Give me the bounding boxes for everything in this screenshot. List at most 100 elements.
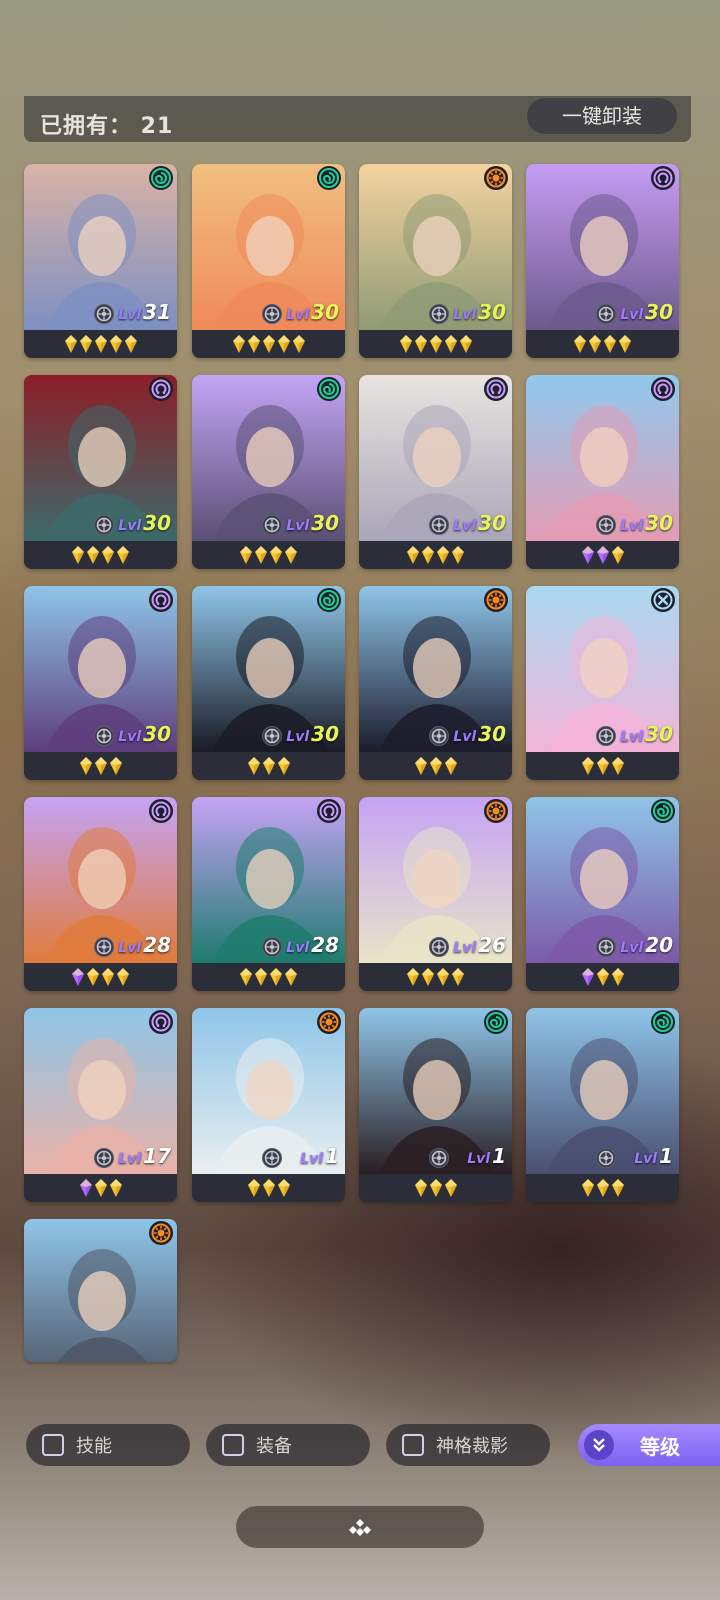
gold-gem-icon (611, 968, 624, 986)
level-value: 28 (143, 933, 171, 957)
level-prefix: Lvl (286, 940, 310, 956)
level-value: 1 (659, 1144, 673, 1168)
divinity-checkbox[interactable] (402, 1434, 424, 1456)
gold-gem-icon (422, 968, 434, 986)
purple-gem-icon (596, 546, 609, 564)
expand-handle[interactable] (236, 1506, 484, 1548)
gold-gem-icon (596, 757, 609, 775)
equipment-checkbox[interactable] (222, 1434, 244, 1456)
omega-icon (149, 588, 173, 612)
character-card[interactable]: Lvl 17 (24, 1008, 177, 1202)
equipment-slot-icon (429, 304, 449, 324)
equipment-slot-icon (596, 515, 616, 535)
character-card[interactable]: Lvl 30 (192, 164, 345, 358)
gold-gem-icon (414, 1179, 427, 1197)
gold-gem-icon (414, 335, 427, 353)
star-rank-strip (24, 541, 177, 569)
level-prefix: Lvl (286, 307, 310, 323)
character-card[interactable]: Lvl 31 (24, 164, 177, 358)
header-bar: 已拥有： 21 一键卸装 (24, 96, 691, 142)
level-value: 1 (492, 1144, 506, 1168)
filter-skills[interactable]: 技能 (26, 1424, 190, 1466)
gold-gem-icon (581, 1179, 594, 1197)
gold-gem-icon (255, 546, 267, 564)
gold-gem-icon (429, 757, 442, 775)
gold-gem-icon (285, 968, 297, 986)
character-card[interactable]: Lvl 26 (359, 797, 512, 991)
character-card[interactable]: Lvl 30 (24, 375, 177, 569)
level-prefix: Lvl (300, 1151, 324, 1167)
gold-gem-icon (240, 546, 252, 564)
gold-gem-icon (232, 335, 245, 353)
gold-gem-icon (262, 757, 275, 775)
gold-gem-icon (270, 546, 282, 564)
character-card[interactable] (24, 1219, 177, 1362)
character-card[interactable]: Lvl 30 (359, 586, 512, 780)
star-rank-strip (359, 330, 512, 358)
gold-gem-icon (452, 546, 464, 564)
filter-divinity[interactable]: 神格裁影 (386, 1424, 550, 1466)
gold-gem-icon (596, 1179, 609, 1197)
level-prefix: Lvl (118, 518, 142, 534)
character-card[interactable]: Lvl 30 (359, 164, 512, 358)
level-badge: Lvl 28 (286, 933, 339, 957)
level-value: 30 (478, 722, 506, 746)
cross-icon (651, 588, 675, 612)
gold-gem-icon (94, 757, 107, 775)
character-card[interactable]: Lvl 30 (192, 586, 345, 780)
star-rank-strip (526, 541, 679, 569)
level-value: 20 (645, 933, 673, 957)
character-card[interactable]: Lvl 30 (526, 164, 679, 358)
character-card[interactable]: Lvl 1 (359, 1008, 512, 1202)
star-rank-strip (24, 1174, 177, 1202)
filter-equipment[interactable]: 装备 (206, 1424, 370, 1466)
level-badge: Lvl 26 (453, 933, 506, 957)
gold-gem-icon (437, 546, 449, 564)
level-prefix: Lvl (118, 729, 142, 745)
gold-gem-icon (596, 968, 609, 986)
gold-gem-icon (247, 757, 260, 775)
character-card[interactable]: Lvl 30 (526, 375, 679, 569)
character-card[interactable]: Lvl 30 (359, 375, 512, 569)
level-badge: Lvl 30 (453, 722, 506, 746)
equipment-slot-icon (262, 304, 282, 324)
level-badge: Lvl 30 (620, 722, 673, 746)
character-card[interactable]: Lvl 28 (24, 797, 177, 991)
level-badge: Lvl 30 (118, 722, 171, 746)
star-rank-strip (526, 330, 679, 358)
level-badge: Lvl 17 (118, 1144, 171, 1168)
character-card[interactable]: Lvl 1 (526, 1008, 679, 1202)
star-rank-strip (526, 963, 679, 991)
level-badge: Lvl 30 (118, 511, 171, 535)
gold-gem-icon (79, 757, 92, 775)
gold-gem-icon (102, 968, 114, 986)
character-card[interactable]: Lvl 1 (192, 1008, 345, 1202)
character-card[interactable]: Lvl 30 (192, 375, 345, 569)
character-card[interactable]: Lvl 30 (24, 586, 177, 780)
skills-label: 技能 (76, 1436, 112, 1457)
omega-icon (651, 166, 675, 190)
character-card[interactable]: Lvl 30 (526, 586, 679, 780)
sort-level-button[interactable]: 等级 (578, 1424, 720, 1466)
level-value: 1 (325, 1144, 339, 1168)
equipment-slot-icon (429, 515, 449, 535)
gold-gem-icon (444, 335, 457, 353)
level-prefix: Lvl (634, 1151, 658, 1167)
gold-gem-icon (611, 546, 624, 564)
omega-icon (317, 799, 341, 823)
gold-gem-icon (117, 546, 129, 564)
equipment-slot-icon (429, 1148, 449, 1168)
star-rank-strip (192, 1174, 345, 1202)
unequip-all-button[interactable]: 一键卸装 (527, 98, 677, 134)
level-badge: Lvl 1 (634, 1144, 673, 1168)
character-card[interactable]: Lvl 20 (526, 797, 679, 991)
equipment-slot-icon (262, 726, 282, 746)
gold-gem-icon (444, 1179, 457, 1197)
level-prefix: Lvl (620, 729, 644, 745)
skills-checkbox[interactable] (42, 1434, 64, 1456)
character-card[interactable]: Lvl 28 (192, 797, 345, 991)
level-badge: Lvl 30 (620, 300, 673, 324)
gold-gem-icon (277, 335, 290, 353)
gold-gem-icon (407, 546, 419, 564)
level-prefix: Lvl (453, 307, 477, 323)
